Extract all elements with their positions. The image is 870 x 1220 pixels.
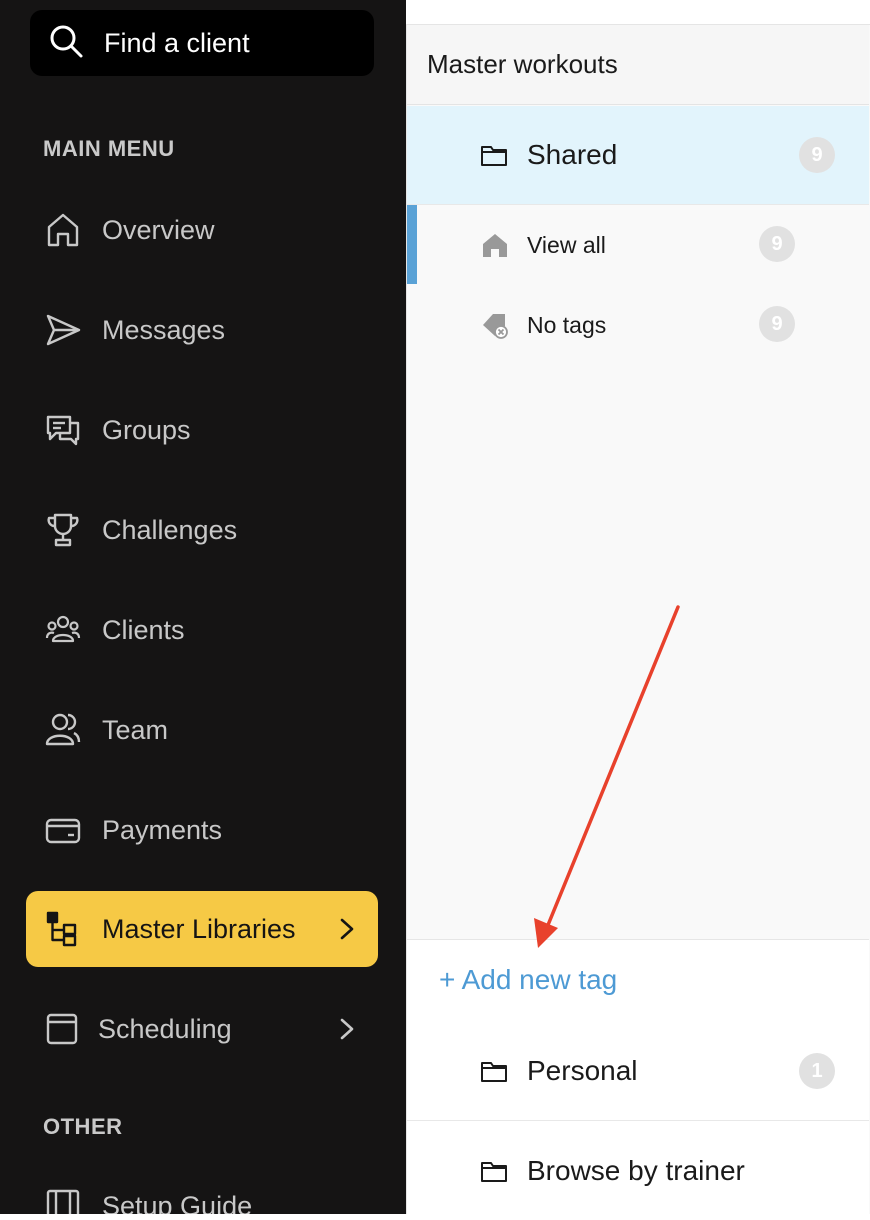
nav-label: Messages — [102, 314, 226, 345]
nav-label: Overview — [102, 214, 215, 245]
count-badge: 9 — [799, 137, 835, 173]
panel-title: Master workouts — [407, 25, 869, 105]
nav-item-setup-guide[interactable]: Setup Guide — [26, 1168, 378, 1214]
divider — [407, 1120, 869, 1121]
home-icon — [483, 234, 507, 257]
tag-no-tags[interactable]: No tags 9 — [407, 285, 869, 365]
chat-bubbles-icon — [44, 411, 82, 449]
trophy-icon — [44, 511, 82, 549]
folder-icon — [481, 1162, 507, 1182]
nav-item-scheduling[interactable]: Scheduling — [26, 991, 378, 1067]
folder-icon — [481, 146, 507, 166]
search-placeholder: Find a client — [104, 27, 250, 58]
team-icon — [44, 711, 82, 749]
nav-label: Team — [102, 714, 169, 745]
nav-item-payments[interactable]: Payments — [26, 792, 378, 868]
chevron-right-icon — [340, 918, 354, 940]
tag-label: View all — [527, 231, 606, 258]
folder-browse-by-trainer[interactable]: Browse by trainer — [407, 1122, 869, 1220]
nav-label: Challenges — [102, 514, 238, 545]
chevron-right-icon — [340, 1018, 354, 1040]
nav-label: Groups — [102, 414, 191, 445]
calendar-icon — [44, 1010, 82, 1048]
hierarchy-icon — [44, 910, 82, 948]
folder-personal[interactable]: Personal 1 — [407, 1022, 869, 1120]
nav-item-groups[interactable]: Groups — [26, 392, 378, 468]
nav-item-challenges[interactable]: Challenges — [26, 492, 378, 568]
send-icon — [44, 311, 82, 349]
book-icon — [44, 1187, 82, 1214]
nav-item-clients[interactable]: Clients — [26, 592, 378, 668]
search-icon — [48, 23, 84, 64]
clients-icon — [44, 611, 82, 649]
nav-label: Payments — [102, 814, 223, 845]
nav-item-team[interactable]: Team — [26, 692, 378, 768]
tag-label: No tags — [527, 311, 607, 338]
client-search-input[interactable]: Find a client — [30, 10, 374, 76]
nav-label: Master Libraries — [102, 913, 296, 944]
nav-item-master-libraries[interactable]: Master Libraries — [26, 891, 378, 967]
nav-label: Setup Guide — [102, 1190, 253, 1215]
sidebar: Find a client MAIN MENU Overview Message… — [0, 0, 406, 1214]
tag-view-all[interactable]: View all 9 — [407, 205, 869, 285]
add-new-tag-link[interactable]: + Add new tag — [439, 964, 617, 996]
nav-item-overview[interactable]: Overview — [26, 192, 378, 268]
nav-label: Scheduling — [98, 1013, 232, 1044]
tag-remove-icon — [483, 314, 508, 339]
other-heading: OTHER — [43, 1114, 123, 1139]
count-badge: 1 — [799, 1053, 835, 1089]
folder-icon — [481, 1062, 507, 1082]
main-menu-heading: MAIN MENU — [43, 136, 175, 161]
nav-item-messages[interactable]: Messages — [26, 292, 378, 368]
panel-footer: + Add new tag Personal 1 Browse by train… — [407, 939, 869, 1220]
library-panel: Master workouts Shared 9 View all 9 No t… — [406, 24, 870, 1220]
nav-label: Clients — [102, 614, 185, 645]
count-badge: 9 — [759, 226, 795, 262]
folder-label: Personal — [527, 1055, 638, 1086]
wallet-icon — [44, 811, 82, 849]
folder-label: Shared — [527, 139, 618, 170]
count-badge: 9 — [759, 306, 795, 342]
folder-shared[interactable]: Shared 9 — [407, 106, 869, 204]
folder-label: Browse by trainer — [527, 1155, 745, 1186]
home-icon — [44, 211, 82, 249]
